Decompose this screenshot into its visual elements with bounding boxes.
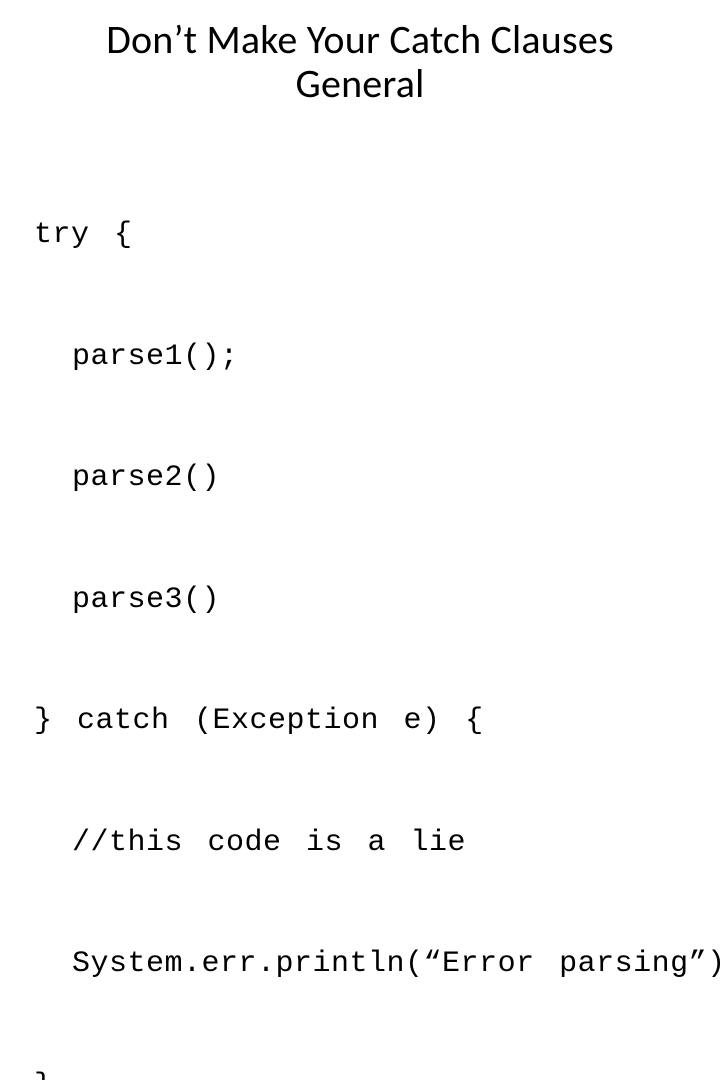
slide: Don’t Make Your Catch Clauses General tr… (0, 0, 720, 540)
code-line: } catch (Exception e) { (34, 701, 680, 742)
code-line: parse2() (34, 458, 680, 499)
code-block: try { parse1(); parse2() parse3() } catc… (34, 134, 680, 1080)
code-line: parse1(); (34, 337, 680, 378)
code-line: try { (34, 215, 680, 256)
code-line: } (34, 1066, 680, 1080)
slide-title: Don’t Make Your Catch Clauses General (40, 18, 680, 106)
code-line: System.err.println(“Error parsing”); (34, 944, 680, 985)
code-line: //this code is a lie (34, 823, 680, 864)
code-line: parse3() (34, 580, 680, 621)
